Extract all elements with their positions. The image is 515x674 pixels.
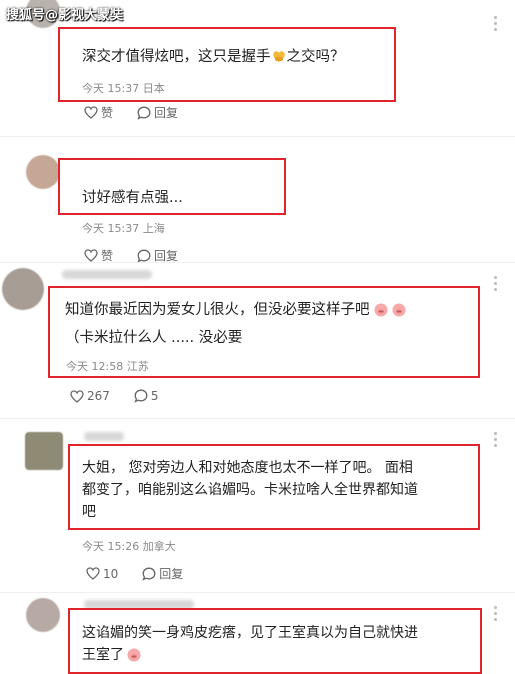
comment-bubble-icon xyxy=(134,389,148,403)
divider xyxy=(0,262,515,263)
like-count: 10 xyxy=(103,566,119,581)
reply-label: 回复 xyxy=(159,567,184,581)
more-options-icon[interactable] xyxy=(494,612,497,615)
avatar[interactable] xyxy=(2,268,44,310)
heart-hand-emoji-icon xyxy=(271,48,287,64)
more-options-icon[interactable] xyxy=(494,22,497,25)
like-button[interactable]: 10 xyxy=(86,567,118,581)
username-blurred xyxy=(84,432,124,441)
heart-icon xyxy=(70,389,84,403)
divider xyxy=(0,418,515,419)
reply-button[interactable]: 回复 xyxy=(137,104,178,121)
like-count: 267 xyxy=(87,389,110,403)
like-label: 赞 xyxy=(101,106,114,120)
more-options-icon[interactable] xyxy=(494,438,497,441)
divider xyxy=(0,136,515,137)
comment-bubble-icon xyxy=(137,249,151,263)
heart-icon xyxy=(84,249,98,262)
comment-text: 大姐， 您对旁边人和对她态度也太不一样了吧。 面相 都变了，咱能别这么谄媚吗。卡… xyxy=(82,460,418,520)
comment-actions: 赞 回复 xyxy=(84,104,196,121)
watermark: 搜狐号@影视大蒙奘 xyxy=(6,8,124,23)
comment-text: 讨好感有点强... xyxy=(82,190,183,206)
comment-meta: 今天 15:26 加拿大 xyxy=(82,540,176,553)
comment-meta: 今天 15:37 上海 xyxy=(82,222,165,235)
comment-text: 知道你最近因为爱女儿很火，但没必要这样子吧 （卡米拉什么人 ..... 没必要 xyxy=(65,299,407,349)
reply-label: 回复 xyxy=(154,106,179,120)
avatar[interactable] xyxy=(26,155,60,189)
comment-meta: 今天 15:37 日本 xyxy=(82,82,165,95)
like-button[interactable]: 267 xyxy=(70,389,110,403)
comment-actions: 267 5 xyxy=(70,389,177,403)
username-blurred xyxy=(62,270,152,279)
heart-icon xyxy=(86,567,100,580)
avatar[interactable] xyxy=(25,432,63,470)
comment-bubble-icon xyxy=(142,567,156,581)
pig-face-emoji-icon xyxy=(373,301,389,317)
avatar[interactable] xyxy=(26,598,60,632)
comment-meta: 今天 12:58 江苏 xyxy=(66,360,149,373)
comment-text: 深交才值得炫吧，这只是握手 之交吗？ xyxy=(82,48,345,65)
heart-icon xyxy=(84,106,98,119)
reply-count: 5 xyxy=(150,389,159,403)
divider xyxy=(0,592,515,593)
reply-button[interactable]: 5 xyxy=(134,389,159,403)
more-options-icon[interactable] xyxy=(494,282,497,285)
like-button[interactable]: 赞 xyxy=(84,104,113,121)
pig-face-emoji-icon xyxy=(391,301,407,317)
comment-text: 这谄媚的笑一身鸡皮疙瘩，见了王室真以为自己就快进 王室了 xyxy=(82,625,418,663)
comment-actions: 10 回复 xyxy=(86,565,201,582)
pig-face-emoji-icon xyxy=(126,646,142,662)
reply-button[interactable]: 回复 xyxy=(142,565,183,582)
comment-bubble-icon xyxy=(137,106,151,120)
